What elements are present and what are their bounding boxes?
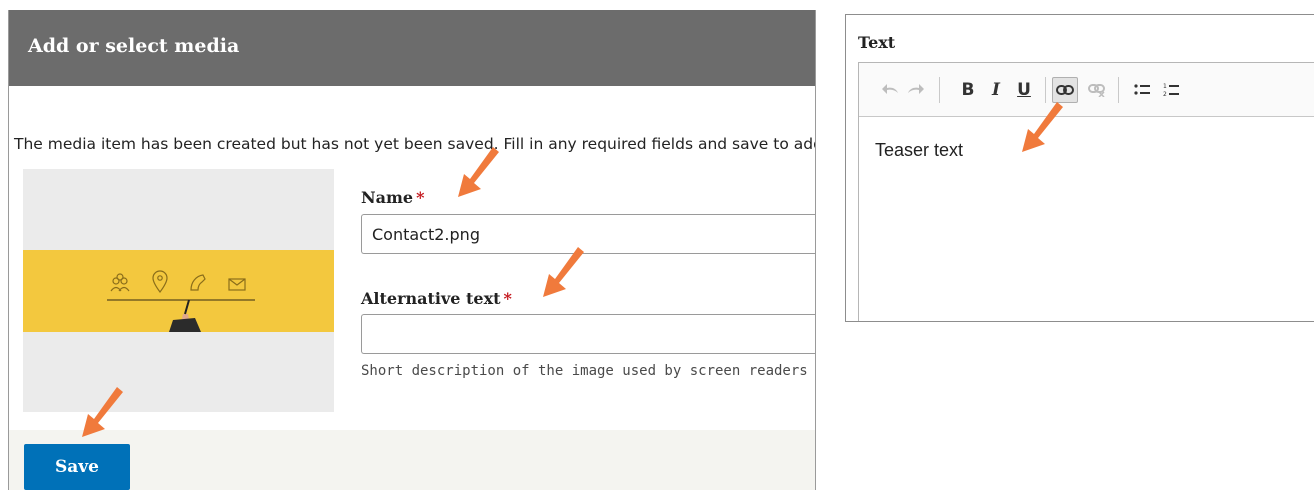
- save-button[interactable]: Save: [24, 444, 130, 490]
- redo-icon[interactable]: [903, 77, 929, 103]
- phone-icon: [190, 274, 206, 291]
- required-marker: *: [416, 188, 425, 207]
- required-marker: *: [503, 289, 512, 308]
- alt-text-input[interactable]: [361, 314, 815, 354]
- annotation-arrow-icon: [82, 387, 123, 437]
- status-message: The media item has been created but has …: [14, 135, 815, 153]
- toolbar-separator: [939, 77, 940, 103]
- dialog-title: Add or select media: [28, 35, 240, 57]
- annotation-arrow-icon: [1022, 102, 1063, 152]
- name-input[interactable]: [361, 214, 815, 254]
- svg-text:2: 2: [1163, 91, 1167, 98]
- svg-text:1: 1: [1163, 83, 1167, 90]
- alt-text-label-text: Alternative text: [361, 289, 501, 308]
- name-label-text: Name: [361, 188, 414, 207]
- map-pin-icon: [152, 270, 168, 294]
- media-dialog: Add or select media The media item has b…: [8, 10, 816, 490]
- mail-icon: [228, 278, 246, 291]
- users-icon: [110, 273, 130, 292]
- media-preview-image: [23, 169, 334, 412]
- numbered-list-icon[interactable]: 12: [1158, 77, 1184, 103]
- annotation-arrow-icon: [543, 247, 584, 297]
- undo-icon[interactable]: [877, 77, 903, 103]
- bulleted-list-icon[interactable]: [1129, 77, 1155, 103]
- preview-yellow-band: [23, 250, 334, 332]
- unlink-icon[interactable]: [1084, 77, 1110, 103]
- annotation-arrow-icon: [458, 147, 499, 197]
- italic-icon[interactable]: I: [983, 77, 1009, 103]
- rich-text-editor: B I U 12 Teaser text: [858, 62, 1314, 321]
- text-field-label: Text: [858, 33, 896, 52]
- dialog-titlebar: Add or select media: [9, 10, 815, 86]
- editor-toolbar: B I U 12: [859, 63, 1314, 117]
- alt-text-description: Short description of the image used by s…: [361, 363, 815, 379]
- name-label: Name *: [361, 188, 424, 207]
- editor-content[interactable]: Teaser text: [875, 140, 963, 161]
- bold-icon[interactable]: B: [955, 77, 981, 103]
- alt-text-label: Alternative text *: [361, 289, 512, 308]
- toolbar-separator: [1118, 77, 1119, 103]
- text-field-panel: Text B I U 12 Teaser text: [845, 14, 1314, 322]
